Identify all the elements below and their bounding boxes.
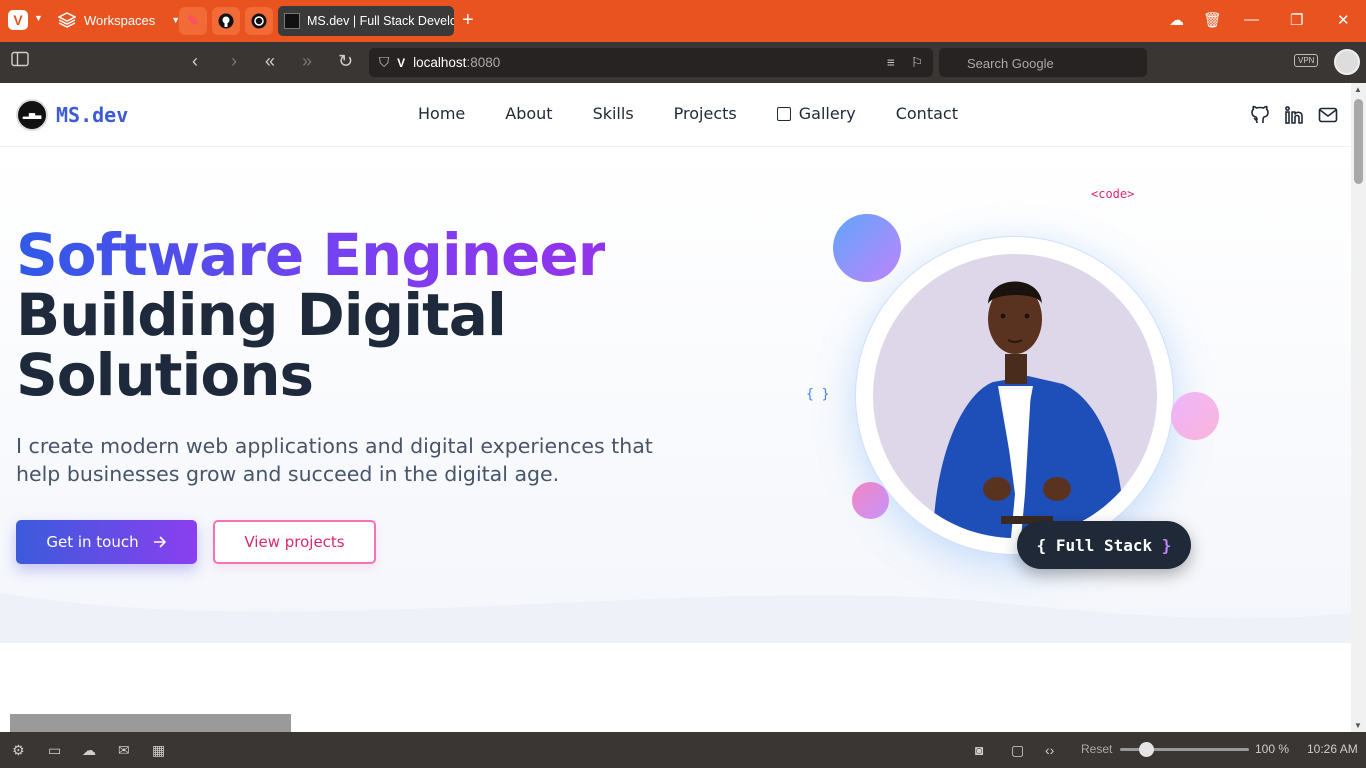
restore-button[interactable]: ❐: [1290, 11, 1303, 29]
design-app-icon: ✎: [186, 13, 200, 30]
workspaces-label: Workspaces: [84, 12, 156, 28]
view-projects-button[interactable]: View projects: [213, 520, 376, 564]
site-logo[interactable]: ▂▅▃ MS.dev: [16, 99, 128, 131]
zoom-level: 100 %: [1255, 742, 1290, 756]
decorative-bubble: [833, 214, 901, 282]
tab-title: MS.dev | Full Stack Develop: [307, 14, 454, 28]
vivaldi-menu-button[interactable]: V: [8, 10, 28, 30]
code-icon[interactable]: ‹›: [1045, 742, 1054, 758]
bookmark-icon[interactable]: ⚐: [911, 55, 923, 71]
braces-decoration: { }: [806, 387, 830, 402]
get-in-touch-label: Get in touch: [46, 533, 139, 551]
pinned-tab-github[interactable]: [212, 7, 240, 35]
chevron-down-icon[interactable]: ▼: [34, 13, 43, 23]
zoom-slider[interactable]: [1120, 742, 1249, 757]
badge-close-brace: }: [1161, 535, 1172, 555]
decorative-bubble: [1171, 392, 1219, 440]
page-viewport: ▂▅▃ MS.dev Home About Skills Projects Ga…: [0, 83, 1351, 732]
settings-gear-icon[interactable]: ⚙: [12, 742, 25, 759]
browser-tab-bar: V ▼ Workspaces ▼ ✎ MS.dev | Full Stack D…: [0, 0, 1366, 42]
headline-gradient-text: Software Engineer: [16, 221, 606, 289]
hero-headline: Software Engineer Building Digital Solut…: [16, 225, 606, 405]
headline-line-3: Solutions: [16, 341, 314, 409]
rewind-button[interactable]: «: [265, 51, 275, 72]
tab-ms-dev[interactable]: MS.dev | Full Stack Develop: [278, 6, 454, 36]
vpn-button[interactable]: VPN: [1294, 54, 1319, 67]
vivaldi-site-icon: V: [397, 55, 406, 70]
chatgpt-icon: [251, 13, 267, 29]
tab-tiling-icon[interactable]: ▭: [48, 742, 61, 759]
site-favicon: [284, 13, 300, 29]
mail-icon[interactable]: ✉: [118, 742, 130, 759]
reload-button[interactable]: ↻: [338, 51, 353, 72]
back-button[interactable]: ‹: [192, 51, 198, 72]
browser-address-bar: ‹ › « » ↻ ⛉ V localhost:8080 ≡ ⚐ Search …: [0, 42, 1366, 83]
new-tab-button[interactable]: +: [462, 9, 474, 32]
gallery-icon: [776, 106, 791, 121]
badge-open-brace: {: [1036, 535, 1047, 555]
sync-cloud-icon[interactable]: ☁: [1169, 11, 1184, 29]
nav-about[interactable]: About: [505, 104, 552, 123]
hero-section: Software Engineer Building Digital Solut…: [0, 147, 1351, 643]
sync-cloud-icon[interactable]: ☁: [82, 742, 96, 759]
github-icon: [218, 13, 234, 29]
hero-lead-text: I create modern web applications and dig…: [16, 434, 653, 486]
scrollbar-thumb[interactable]: [1354, 99, 1363, 184]
nav-home[interactable]: Home: [418, 104, 465, 123]
badge-text: Full Stack: [1055, 535, 1153, 555]
profile-avatar[interactable]: [1334, 49, 1360, 75]
logo-mark-icon: ▂▅▃: [16, 99, 48, 131]
url-host: localhost: [413, 55, 467, 70]
clock: 10:26 AM: [1307, 742, 1358, 756]
nav-contact[interactable]: Contact: [896, 104, 958, 123]
close-window-button[interactable]: ✕: [1337, 11, 1350, 29]
panel-toggle-icon[interactable]: [11, 51, 29, 72]
page-scrollbar[interactable]: ▲ ▼: [1351, 83, 1366, 732]
calendar-icon[interactable]: ▦: [152, 742, 165, 759]
linkedin-icon[interactable]: [1284, 105, 1304, 125]
main-navigation: Home About Skills Projects Gallery Conta…: [418, 104, 958, 123]
site-header: ▂▅▃ MS.dev Home About Skills Projects Ga…: [0, 83, 1351, 147]
trash-icon[interactable]: 🗑: [1203, 11, 1222, 29]
pinned-tab-design[interactable]: ✎: [179, 7, 207, 35]
hero-wave-decoration: [0, 593, 1351, 643]
full-stack-badge: { Full Stack }: [1017, 521, 1191, 569]
layers-icon: [58, 12, 76, 28]
fast-forward-button[interactable]: »: [302, 51, 312, 72]
forward-button[interactable]: ›: [231, 51, 237, 72]
pinned-tab-chatgpt[interactable]: [245, 7, 273, 35]
search-field[interactable]: Search Google: [939, 48, 1147, 77]
browser-status-bar: ⚙ ▭ ☁ ✉ ▦ ◙ ▢ ‹› Reset 100 % 10:26 AM: [0, 732, 1366, 768]
logo-text: MS.dev: [56, 103, 129, 127]
decorative-bubble: [852, 482, 889, 519]
social-links: [1250, 105, 1338, 125]
code-tag-decoration: <code>: [1091, 187, 1135, 201]
minimize-button[interactable]: —: [1244, 11, 1259, 28]
nav-projects[interactable]: Projects: [674, 104, 737, 123]
nav-skills[interactable]: Skills: [593, 104, 634, 123]
reader-view-icon[interactable]: ≡: [887, 55, 895, 71]
arrow-right-icon: [153, 536, 166, 548]
window-icon[interactable]: ▢: [1011, 742, 1024, 759]
nav-gallery-label: Gallery: [798, 104, 856, 123]
shield-icon[interactable]: ⛉: [379, 55, 389, 71]
profile-portrait: [873, 254, 1157, 538]
scroll-up-icon[interactable]: ▲: [1354, 85, 1362, 94]
url-field[interactable]: ⛉ V localhost:8080 ≡ ⚐: [369, 48, 933, 77]
zoom-reset-button[interactable]: Reset: [1081, 742, 1112, 756]
person-illustration: [933, 281, 1125, 538]
workspaces-button[interactable]: Workspaces ▼: [58, 12, 180, 28]
url-port: :8080: [466, 55, 501, 70]
github-icon[interactable]: [1250, 105, 1270, 125]
nav-gallery[interactable]: Gallery: [776, 104, 856, 123]
camera-icon[interactable]: ◙: [975, 742, 983, 758]
zoom-slider-handle[interactable]: [1139, 742, 1154, 757]
get-in-touch-button[interactable]: Get in touch: [16, 520, 197, 564]
headline-line-2: Building Digital: [16, 281, 507, 349]
scroll-down-icon[interactable]: ▼: [1354, 721, 1362, 730]
mail-icon[interactable]: [1318, 105, 1338, 125]
search-placeholder: Search Google: [967, 56, 1054, 71]
